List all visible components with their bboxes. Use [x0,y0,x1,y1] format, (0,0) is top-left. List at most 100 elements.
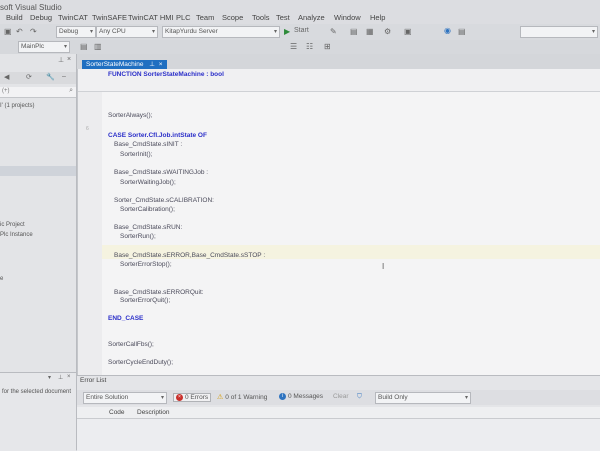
menu-scope[interactable]: Scope [222,13,243,22]
toolbar-icon[interactable]: ▣ [404,27,412,36]
toolbar-icon[interactable]: ▤ [80,42,88,51]
properties-hint: for the selected document [2,389,72,395]
chevron-down-icon: ▾ [63,44,67,50]
menu-team[interactable]: Team [196,13,214,22]
code-line: Sorter_CmdState.sCALIBRATION: [114,197,214,204]
redo-icon[interactable]: ↷ [30,27,37,36]
close-icon[interactable]: × [67,56,71,63]
save-icon[interactable]: ▣ [4,27,12,36]
menu-tools[interactable]: Tools [252,13,270,22]
toolbar-icon[interactable]: ▤ [350,27,358,36]
pin-icon[interactable]: ⊥ [58,374,63,381]
chevron-down-icon: ▾ [464,395,468,401]
code-line: SorterCycleEndDuty(); [108,359,174,366]
start-button[interactable]: Start [294,27,309,34]
menu-test[interactable]: Test [276,13,290,22]
menu-twincat-hmi[interactable]: TwinCAT HMI [128,13,174,22]
tree-item-project[interactable]: ic Project [0,222,25,228]
code-line: SorterWaitingJob(); [120,179,176,186]
build-filter-combo[interactable]: Build Only ▾ [375,392,471,404]
target-combo[interactable]: ▾ [520,26,598,38]
wrench-icon[interactable]: 🔧 [46,73,55,81]
solution-explorer-toolbar: ◀ ⟳ 🔧 – [0,72,76,84]
code-editor[interactable]: FUNCTION SorterStateMachine : bool 6 Sor… [77,69,600,375]
close-icon[interactable]: × [67,374,71,380]
menu-twinsafe[interactable]: TwinSAFE [92,13,127,22]
code-line: Base_CmdState.sRUN: [114,224,183,231]
menu-build[interactable]: Build [6,13,23,22]
declaration-header: FUNCTION SorterStateMachine : bool [78,69,600,92]
toolbar-icon[interactable]: ☰ [290,42,297,51]
minus-icon[interactable]: – [62,73,66,80]
toolbar-icon[interactable]: ⟳ [26,73,32,81]
column-description[interactable]: Description [137,409,170,416]
error-list-panel: Error List Entire Solution ▾ × 0 Errors ⚠ 0… [77,375,600,451]
code-line: SorterInit(); [120,151,153,158]
error-list-body [77,419,600,451]
toolbar-icon[interactable]: ▤ [458,27,466,36]
server-combo[interactable]: KitapYurdu Server ▾ [162,26,280,38]
filter-icon[interactable]: ⛉ [357,393,362,401]
code-line: Base_CmdState.sINIT : [114,141,183,148]
code-line: SorterAlways(); [108,112,153,119]
error-list-title: Error List [80,377,107,384]
code-line: Base_CmdState.sERROR,Base_CmdState.sSTOP… [114,252,266,259]
toolbar-icon[interactable]: ☷ [306,42,313,51]
tree-item-solution[interactable]: I' (1 projects) [0,103,35,109]
toolbar-icon[interactable]: ⊞ [324,42,331,51]
code-line: SorterCallFbs(); [108,341,154,348]
undo-icon[interactable]: ↶ [16,27,23,36]
warnings-filter-button[interactable]: ⚠ 0 of 1 Warning [217,393,267,401]
toolbar-icon[interactable]: ▥ [94,42,102,51]
tree-item[interactable]: e [0,276,3,282]
menu-help[interactable]: Help [370,13,385,22]
chevron-down-icon: ▾ [89,29,93,35]
chevron-down-icon: ▾ [160,395,164,401]
error-list-toolbar: Entire Solution ▾ × 0 Errors ⚠ 0 of 1 Warni… [77,390,600,405]
pin-icon[interactable]: ⊥ [149,61,155,68]
function-declaration: FUNCTION SorterStateMachine : bool [108,71,224,78]
tree-item-instance[interactable]: Plc Instance [0,232,33,238]
pin-icon[interactable]: ⊥ [58,56,64,64]
close-icon[interactable]: × [159,61,163,68]
plc-project-combo[interactable]: MainPlc ▾ [18,41,70,53]
errors-filter-button[interactable]: × 0 Errors [173,393,212,403]
messages-filter-button[interactable]: i0 Messages [279,393,323,400]
tab-sorterstatemachine[interactable]: SorterStateMachine ⊥ × [82,60,167,69]
error-icon: × [176,394,183,401]
tree-item-selected[interactable] [0,166,76,176]
code-line: Base_CmdState.sERRORQuit: [114,289,204,296]
chevron-down-icon: ▾ [151,29,155,35]
menu-analyze[interactable]: Analyze [298,13,325,22]
code-line: END_CASE [108,315,144,322]
toolbar-icon[interactable]: ◀ [4,73,9,81]
scope-combo[interactable]: Entire Solution ▾ [83,392,167,404]
debug-tool-icon[interactable]: ✎ [330,27,337,36]
menu-window[interactable]: Window [334,13,361,22]
standard-toolbar: ▣ ↶ ↷ Debug ▾ Any CPU ▾ KitapYurdu Server ▾… [0,24,600,41]
error-list-header: Code Description [77,407,600,419]
warning-icon: ⚠ [217,394,224,401]
menu-bar: Build Debug TwinCAT TwinSAFE TwinCAT HMI… [0,10,600,24]
toolbar-icon[interactable]: ▦ [366,27,374,36]
start-icon[interactable]: ▶ [284,27,290,36]
code-line: SorterCalibration(); [120,206,175,213]
solution-search-input[interactable]: (+) ⌕ [0,87,76,98]
search-icon: ⌕ [69,87,73,94]
info-icon: i [279,393,286,400]
solution-explorer-panel: ⊥ × ◀ ⟳ 🔧 – (+) ⌕ I' (1 projects) ic Pro… [0,54,77,451]
dropdown-icon[interactable]: ▾ [48,374,51,381]
clear-button[interactable]: Clear [333,393,349,400]
column-code[interactable]: Code [109,409,125,416]
solution-config-combo[interactable]: Debug ▾ [56,26,96,38]
mouse-cursor-icon: I [382,262,385,271]
plc-toolbar: MainPlc ▾ ▤ ▥ ☰ ☷ ⊞ [0,40,600,55]
code-line: SorterErrorStop(); [120,261,172,268]
twincat-config-icon[interactable]: ◉ [444,26,451,35]
platform-combo[interactable]: Any CPU ▾ [96,26,158,38]
chevron-down-icon: ▾ [591,29,595,35]
menu-twincat[interactable]: TwinCAT [58,13,88,22]
menu-plc[interactable]: PLC [176,13,191,22]
menu-debug[interactable]: Debug [30,13,52,22]
toolbar-icon[interactable]: ⚙ [384,27,391,36]
